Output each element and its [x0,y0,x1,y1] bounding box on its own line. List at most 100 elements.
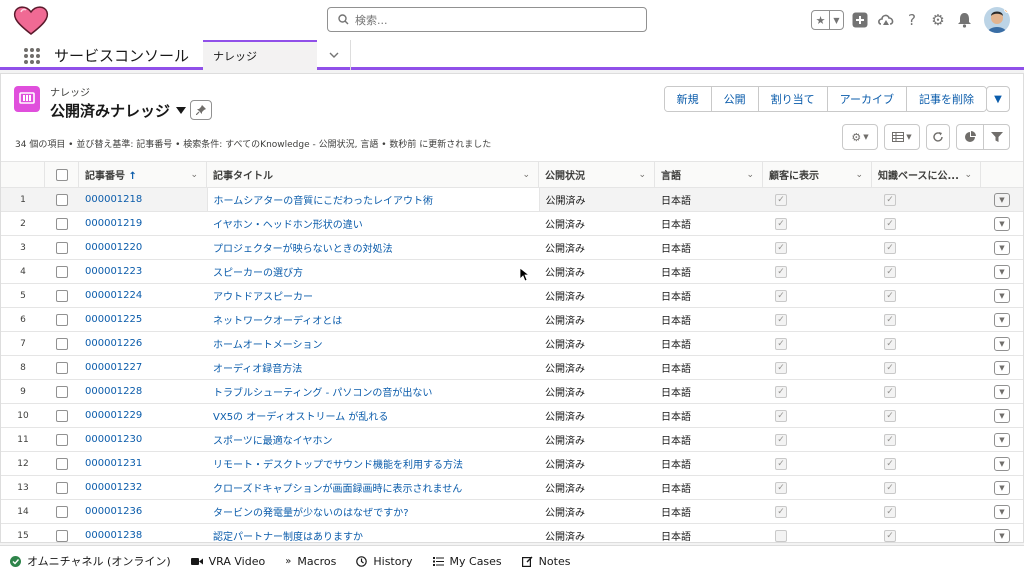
article-number-link[interactable]: 000001219 [85,218,142,229]
row-select-checkbox[interactable] [56,409,68,422]
row-actions-chevron-down-icon[interactable]: ▼ [994,240,1010,255]
row-actions-chevron-down-icon[interactable]: ▼ [994,360,1010,375]
article-number-link[interactable]: 000001230 [85,434,142,445]
article-number-link[interactable]: 000001224 [85,290,142,301]
user-avatar[interactable] [984,7,1010,33]
row-actions-chevron-down-icon[interactable]: ▼ [994,408,1010,423]
table-row[interactable]: 10 000001229 VX5の オーディオストリーム が乱れる 公開済み 日本語 ✓ ✓… [1,403,1023,428]
article-title-link[interactable]: クローズドキャプションが画面録画時に表示されません [213,484,462,495]
row-actions-chevron-down-icon[interactable]: ▼ [994,432,1010,447]
list-settings-gear-icon[interactable]: ⚙ ▼ [842,124,878,150]
tab-knowledge[interactable]: ナレッジ [203,40,317,70]
column-menu-chevron-down-icon[interactable]: ⌄ [855,170,863,180]
article-number-link[interactable]: 000001218 [85,194,142,205]
table-row[interactable]: 8 000001227 オーディオ録音方法 公開済み 日本語 ✓ ✓ ▼ [1,355,1023,380]
article-title-link[interactable]: 認定パートナー制度はありますか [213,532,363,543]
setup-gear-icon[interactable]: ⚙ [928,10,948,30]
column-menu-chevron-down-icon[interactable]: ⌄ [638,170,646,180]
table-row[interactable]: 12 000001231 リモート・デスクトップでサウンド機能を利用する方法 公開済み… [1,451,1023,476]
global-search[interactable]: 検索... [327,7,647,32]
row-select-checkbox[interactable] [56,361,68,374]
column-header-publish-status[interactable]: 公開状況 ⌄ [539,161,655,188]
row-select-checkbox[interactable] [56,433,68,446]
notifications-bell-icon[interactable] [954,10,974,30]
table-row[interactable]: 9 000001228 トラブルシューティング - パソコンの音が出ない 公開済み 日本… [1,379,1023,404]
row-select-checkbox[interactable] [56,241,68,254]
column-menu-chevron-down-icon[interactable]: ⌄ [964,170,972,180]
row-actions-chevron-down-icon[interactable]: ▼ [994,384,1010,399]
delete-article-button[interactable]: 記事を削除 [906,87,986,111]
row-select-checkbox[interactable] [56,313,68,326]
more-actions-chevron-down-icon[interactable]: ▼ [986,86,1010,112]
article-number-link[interactable]: 000001231 [85,458,142,469]
table-row[interactable]: 7 000001226 ホームオートメーション 公開済み 日本語 ✓ ✓ ▼ [1,331,1023,356]
row-select-checkbox[interactable] [56,217,68,230]
article-number-link[interactable]: 000001232 [85,482,142,493]
utility-omni-channel[interactable]: オムニチャネル (オンライン) [10,553,171,569]
article-number-link[interactable]: 000001238 [85,530,142,541]
nav-menu-chevron-down-icon[interactable] [317,40,351,70]
table-row[interactable]: 6 000001225 ネットワークオーディオとは 公開済み 日本語 ✓ ✓ ▼ [1,307,1023,332]
filter-funnel-icon[interactable] [983,125,1009,149]
article-number-link[interactable]: 000001227 [85,362,142,373]
article-number-link[interactable]: 000001225 [85,314,142,325]
row-actions-chevron-down-icon[interactable]: ▼ [994,288,1010,303]
row-select-checkbox[interactable] [56,337,68,350]
display-as-table-icon[interactable]: ▼ [884,124,920,150]
column-menu-chevron-down-icon[interactable]: ⌄ [190,170,198,180]
global-actions-plus-icon[interactable] [850,10,870,30]
assign-button[interactable]: 割り当て [757,87,827,111]
table-row[interactable]: 14 000001236 タービンの発電量が少ないのはなぜですか? 公開済み 日本語 ✓ ✓… [1,499,1023,524]
table-row[interactable]: 11 000001230 スポーツに最適なイヤホン 公開済み 日本語 ✓ ✓ ▼ [1,427,1023,452]
row-select-checkbox[interactable] [56,457,68,470]
row-select-checkbox[interactable] [56,193,68,206]
table-row[interactable]: 4 000001223 スピーカーの選び方 公開済み 日本語 ✓ ✓ ▼ [1,259,1023,284]
chart-pie-icon[interactable] [957,125,983,149]
select-all-checkbox[interactable] [55,168,68,181]
refresh-icon[interactable] [926,124,950,150]
table-row[interactable]: 13 000001232 クローズドキャプションが画面録画時に表示されません 公開済み… [1,475,1023,500]
article-number-link[interactable]: 000001220 [85,242,142,253]
article-number-link[interactable]: 000001226 [85,338,142,349]
article-title-link[interactable]: ネットワークオーディオとは [213,316,342,327]
table-row[interactable]: 3 000001220 プロジェクターが映らないときの対処法 公開済み 日本語 ✓ ✓ ▼ [1,235,1023,260]
new-button[interactable]: 新規 [664,87,711,111]
article-title-link[interactable]: VX5の オーディオストリーム が乱れる [213,412,388,423]
utility-vra-video[interactable]: VRA Video [190,555,265,568]
utility-macros[interactable]: » Macros [285,555,336,568]
row-actions-chevron-down-icon[interactable]: ▼ [994,504,1010,519]
column-menu-chevron-down-icon[interactable]: ⌄ [746,170,754,180]
column-header-visible-to-customer[interactable]: 顧客に表示 ⌄ [763,161,872,188]
article-title-link[interactable]: イヤホン・ヘッドホン形状の違い [213,220,363,231]
column-header-article-number[interactable]: 記事番号 ↑ ⌄ [79,161,207,188]
column-header-title[interactable]: 記事タイトル ⌄ [207,161,539,188]
article-title-link[interactable]: ホームオートメーション [213,340,323,351]
column-menu-chevron-down-icon[interactable]: ⌄ [522,170,530,180]
row-actions-chevron-down-icon[interactable]: ▼ [994,192,1010,207]
pin-list-view-button[interactable] [190,100,212,120]
column-header-knowledge-base[interactable]: 知識ベースに公... ⌄ [872,161,981,188]
utility-history[interactable]: History [356,555,413,568]
row-select-checkbox[interactable] [56,289,68,302]
row-actions-chevron-down-icon[interactable]: ▼ [994,264,1010,279]
table-row[interactable]: 2 000001219 イヤホン・ヘッドホン形状の違い 公開済み 日本語 ✓ ✓ ▼ [1,211,1023,236]
utility-my-cases[interactable]: My Cases [432,555,502,568]
list-view-switcher[interactable]: 公開済みナレッジ [50,100,187,121]
article-title-link[interactable]: タービンの発電量が少ないのはなぜですか? [213,508,409,519]
table-row[interactable]: 1 000001218 ホームシアターの音質にこだわったレイアウト術 公開済み 日本語 ✓… [1,187,1023,212]
row-actions-chevron-down-icon[interactable]: ▼ [994,312,1010,327]
table-row[interactable]: 5 000001224 アウトドアスピーカー 公開済み 日本語 ✓ ✓ ▼ [1,283,1023,308]
utility-notes[interactable]: Notes [521,555,570,568]
article-number-link[interactable]: 000001229 [85,410,142,421]
row-select-checkbox[interactable] [56,505,68,518]
app-launcher-icon[interactable] [24,48,40,64]
article-title-link[interactable]: スポーツに最適なイヤホン [213,436,333,447]
article-title-link[interactable]: アウトドアスピーカー [213,292,313,303]
row-actions-chevron-down-icon[interactable]: ▼ [994,216,1010,231]
help-icon[interactable]: ? [902,10,922,30]
article-title-link[interactable]: トラブルシューティング - パソコンの音が出ない [213,388,432,399]
publish-button[interactable]: 公開 [710,87,758,111]
favorites-star-icon[interactable]: ★ [812,11,829,29]
article-number-link[interactable]: 000001236 [85,506,142,517]
article-title-link[interactable]: プロジェクターが映らないときの対処法 [213,244,393,255]
